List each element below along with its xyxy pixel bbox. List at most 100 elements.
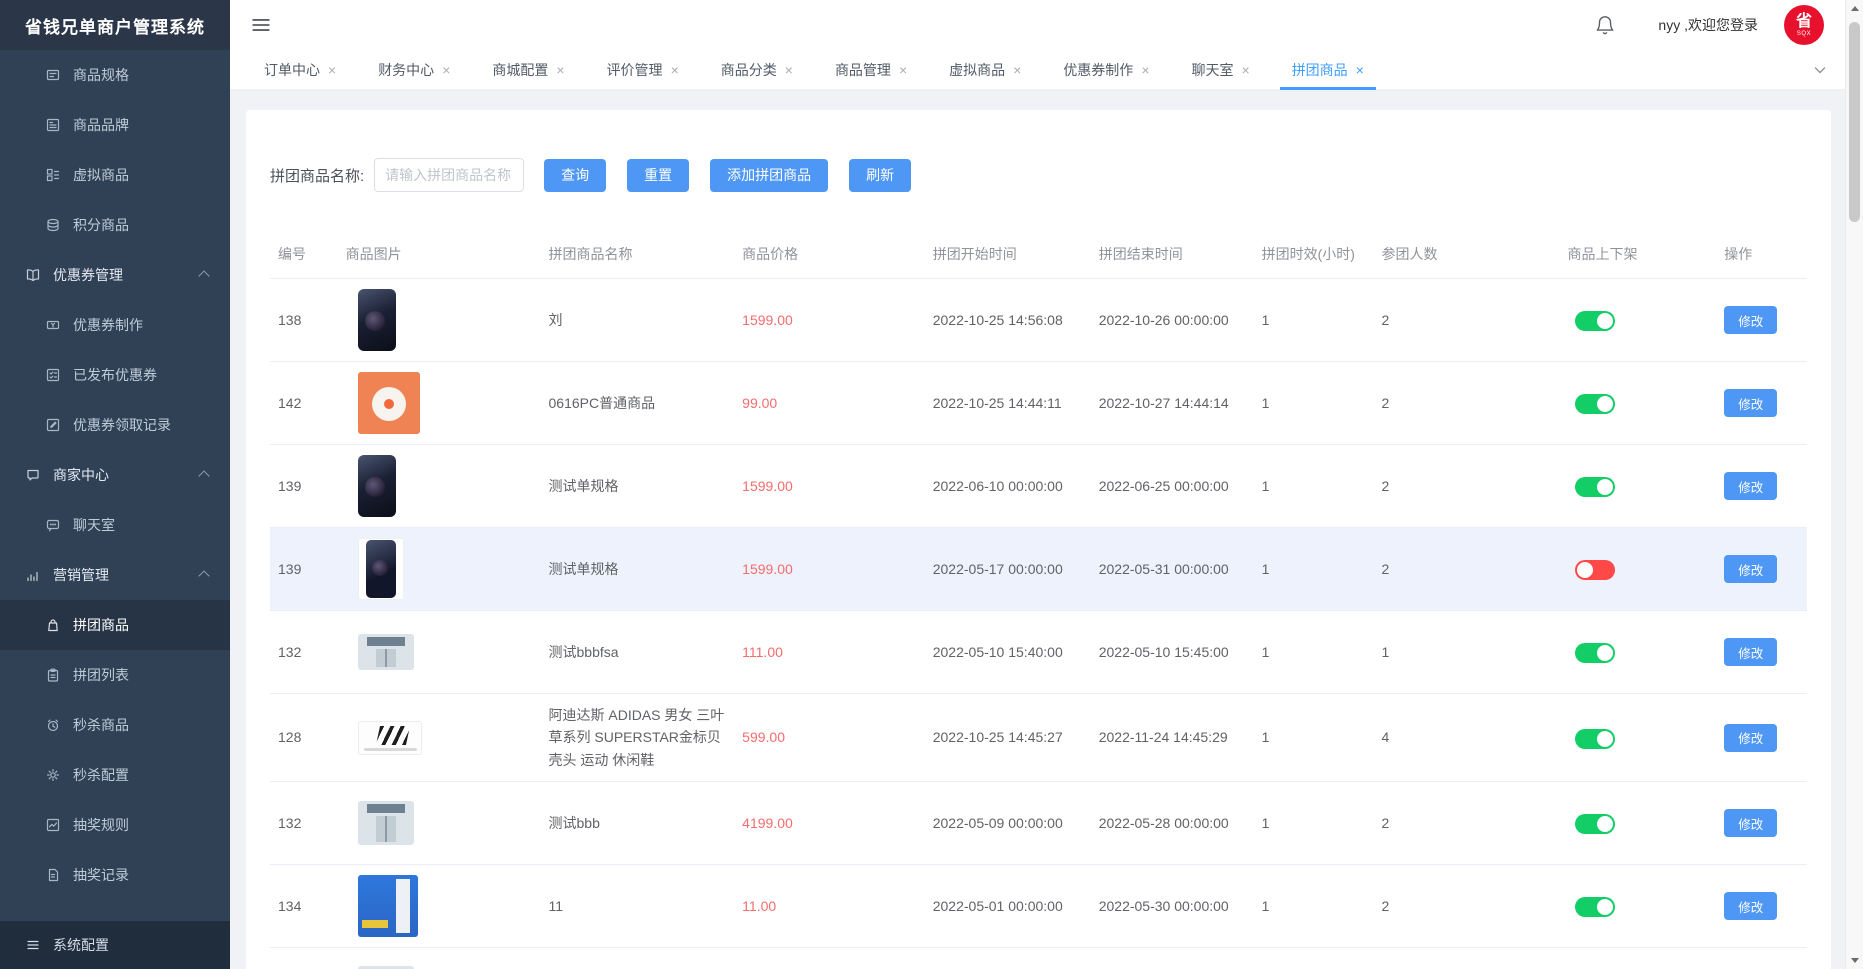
avatar[interactable]: 省 SQX: [1784, 5, 1824, 45]
on-off-toggle[interactable]: [1575, 477, 1615, 497]
sidebar-item-label: 商品规格: [73, 65, 129, 85]
sidebar-item-points-goods[interactable]: 积分商品: [0, 200, 230, 250]
on-off-toggle[interactable]: [1575, 560, 1615, 580]
end-time: 2022-05-31 00:00:00: [1091, 528, 1254, 611]
content-card: 拼团商品名称: 查询 重置 添加拼团商品 刷新 编号 商品图片 拼团商品名称 商…: [246, 110, 1831, 969]
on-off-toggle[interactable]: [1575, 814, 1615, 834]
on-off-toggle[interactable]: [1575, 394, 1615, 414]
tab-product-mgmt[interactable]: 商品管理×: [823, 50, 919, 90]
tab-review-mgmt[interactable]: 评价管理×: [595, 50, 691, 90]
tab-label: 聊天室: [1192, 60, 1234, 80]
on-off-toggle[interactable]: [1575, 643, 1615, 663]
sidebar-item-virtual-goods[interactable]: 虚拟商品: [0, 150, 230, 200]
edit-button[interactable]: 修改: [1724, 306, 1777, 334]
close-tab-icon[interactable]: ×: [556, 62, 564, 78]
group-product-table: 编号 商品图片 拼团商品名称 商品价格 拼团开始时间 拼团结束时间 拼团时效(小…: [270, 232, 1807, 969]
edit-button[interactable]: 修改: [1724, 809, 1777, 837]
tab-virtual-product[interactable]: 虚拟商品×: [937, 50, 1033, 90]
sidebar-item-label: 已发布优惠券: [73, 365, 157, 385]
notification-bell-icon[interactable]: [1594, 14, 1616, 36]
product-image: [358, 455, 396, 517]
refresh-button[interactable]: 刷新: [849, 159, 911, 192]
query-button[interactable]: 查询: [544, 159, 606, 192]
sidebar-group-merchant-center[interactable]: 商家中心: [0, 450, 230, 500]
edit-button[interactable]: 修改: [1724, 638, 1777, 666]
sidebar-item-label: 系统配置: [53, 935, 109, 955]
search-input[interactable]: [374, 158, 524, 192]
sidebar-item-product-brand[interactable]: 商品品牌: [0, 100, 230, 150]
sidebar-item-coupon-make[interactable]: 优惠券制作: [0, 300, 230, 350]
sidebar-item-coupon-published[interactable]: 已发布优惠券: [0, 350, 230, 400]
participants: 2: [1374, 362, 1560, 445]
edit-button[interactable]: 修改: [1724, 724, 1777, 752]
sidebar-item-coupon-records[interactable]: 优惠券领取记录: [0, 400, 230, 450]
edit-button[interactable]: 修改: [1724, 472, 1777, 500]
close-tab-icon[interactable]: ×: [671, 62, 679, 78]
row-id: 139: [270, 528, 338, 611]
sidebar-item-group-list[interactable]: 拼团列表: [0, 650, 230, 700]
tab-label: 拼团商品: [1292, 60, 1348, 80]
tab-chat-room[interactable]: 聊天室 ×: [1180, 50, 1262, 90]
on-off-toggle[interactable]: [1575, 311, 1615, 331]
sidebar-item-lottery-rules[interactable]: 抽奖规则: [0, 800, 230, 850]
tab-group-product[interactable]: 拼团商品 ×: [1280, 50, 1376, 90]
close-tab-icon[interactable]: ×: [899, 62, 907, 78]
hamburger-icon[interactable]: [250, 14, 272, 36]
product-image: [358, 801, 414, 845]
row-id: 132: [270, 782, 338, 865]
window-scrollbar[interactable]: [1845, 0, 1863, 969]
sidebar-item-seckill-goods[interactable]: 秒杀商品: [0, 700, 230, 750]
on-off-toggle[interactable]: [1575, 897, 1615, 917]
add-group-product-button[interactable]: 添加拼团商品: [710, 159, 828, 192]
chevron-down-icon[interactable]: [1812, 62, 1828, 78]
sidebar-item-product-spec[interactable]: 商品规格: [0, 50, 230, 100]
on-off-toggle[interactable]: [1575, 729, 1615, 749]
product-price: 1599.00: [734, 279, 925, 362]
marketing-icon: [25, 567, 41, 583]
table-row: 139 测试单规格 1599.00 2022-05-17 00:00:00 20…: [270, 528, 1807, 611]
edit-button[interactable]: 修改: [1724, 892, 1777, 920]
menu-icon: [25, 937, 41, 953]
close-tab-icon[interactable]: ×: [785, 62, 793, 78]
chat-icon: [45, 517, 61, 533]
coupon-book-icon: [25, 267, 41, 283]
close-tab-icon[interactable]: ×: [1356, 62, 1364, 78]
tab-order-center[interactable]: 订单中心×: [252, 50, 348, 90]
main-content: 拼团商品名称: 查询 重置 添加拼团商品 刷新 编号 商品图片 拼团商品名称 商…: [230, 90, 1846, 969]
close-tab-icon[interactable]: ×: [1141, 62, 1149, 78]
row-id: 131: [270, 948, 338, 969]
edit-button[interactable]: 修改: [1724, 389, 1777, 417]
scrollbar-thumb[interactable]: [1849, 22, 1860, 222]
tab-mall-config[interactable]: 商城配置×: [480, 50, 576, 90]
close-tab-icon[interactable]: ×: [442, 62, 450, 78]
sidebar-group-marketing-mgmt[interactable]: 营销管理: [0, 550, 230, 600]
reset-button[interactable]: 重置: [627, 159, 689, 192]
start-time: 2022-05-17 00:00:00: [925, 528, 1091, 611]
participants: 2: [1374, 528, 1560, 611]
table-row: 138 刘 1599.00 2022-10-25 14:56:08 2022-1…: [270, 279, 1807, 362]
sidebar-item-system-config[interactable]: 系统配置: [0, 921, 230, 969]
sidebar-item-label: 优惠券管理: [53, 265, 123, 285]
tab-finance-center[interactable]: 财务中心×: [366, 50, 462, 90]
sidebar-item-group-goods[interactable]: 拼团商品: [0, 600, 230, 650]
scroll-down-arrow-icon[interactable]: [1846, 952, 1863, 969]
sidebar-group-coupon-mgmt[interactable]: 优惠券管理: [0, 250, 230, 300]
points-goods-icon: [45, 217, 61, 233]
merchant-icon: [25, 467, 41, 483]
column-header: 商品价格: [734, 232, 925, 279]
sidebar-item-seckill-config[interactable]: 秒杀配置: [0, 750, 230, 800]
tab-product-category[interactable]: 商品分类×: [709, 50, 805, 90]
sidebar-item-lottery-records[interactable]: 抽奖记录: [0, 850, 230, 900]
edit-button[interactable]: 修改: [1724, 555, 1777, 583]
product-name: 测试bbb: [541, 782, 735, 865]
topbar: nyy ,欢迎您登录 省 SQX: [230, 0, 1846, 51]
close-tab-icon[interactable]: ×: [328, 62, 336, 78]
sidebar-item-label: 秒杀配置: [73, 765, 129, 785]
product-price: 1599.00: [734, 445, 925, 528]
tab-coupon-make[interactable]: 优惠券制作×: [1051, 50, 1161, 90]
sidebar-item-chat-room[interactable]: 聊天室: [0, 500, 230, 550]
close-tab-icon[interactable]: ×: [1242, 62, 1250, 78]
scroll-up-arrow-icon[interactable]: [1846, 0, 1863, 17]
close-tab-icon[interactable]: ×: [1013, 62, 1021, 78]
participants: 2: [1374, 948, 1560, 969]
